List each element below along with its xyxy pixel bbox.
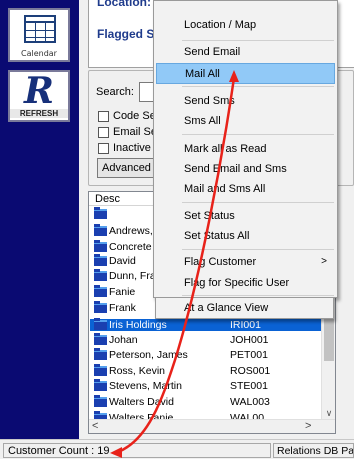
menu-item-flag-specific-user[interactable]: Flag for Specific User (156, 273, 335, 294)
checkbox-label: Inactive (113, 142, 151, 154)
context-menu: Location / Map Send Email Mail All Send … (153, 0, 338, 298)
menu-item-flag-customer[interactable]: Flag Customer > (156, 252, 335, 273)
list-item[interactable]: Peterson, James PET001 (92, 348, 332, 361)
advanced-button[interactable]: Advanced (97, 158, 157, 178)
menu-item-send-email[interactable]: Send Email (156, 42, 335, 63)
customer-code: ROS001 (230, 365, 271, 377)
menu-item-sms-all[interactable]: Sms All (156, 111, 335, 132)
menu-separator (182, 40, 334, 41)
sidebar: Calendar R REFRESH (0, 0, 79, 439)
search-label: Search: (96, 86, 134, 98)
customer-name: Johan (109, 334, 138, 346)
menu-item-mail-sms-all[interactable]: Mail and Sms All (156, 179, 335, 200)
menu-item-mark-all-read[interactable]: Mark all as Read (156, 139, 335, 160)
checkbox-box (98, 110, 109, 122)
list-item[interactable]: Johan JOH001 (92, 333, 332, 346)
customer-code: WAL003 (230, 396, 270, 408)
checkbox-label: Code Se (113, 110, 156, 122)
menu-item-send-email-sms[interactable]: Send Email and Sms (156, 159, 335, 180)
customer-name: Ross, Kevin (109, 365, 166, 377)
customer-count: Customer Count : 19 (3, 443, 271, 458)
menu-item-mail-all[interactable]: Mail All (156, 63, 335, 84)
customer-name: Frank (109, 302, 136, 314)
customer-code: IRI001 (230, 319, 261, 331)
menu-separator (182, 249, 334, 250)
scroll-left-icon[interactable]: < (92, 420, 98, 432)
menu-item-location-map[interactable]: Location / Map (156, 15, 335, 36)
horizontal-scrollbar[interactable]: < > (89, 419, 335, 433)
refresh-label: REFRESH (10, 109, 68, 118)
menu-item-send-sms[interactable]: Send Sms (156, 91, 335, 112)
menu-separator (182, 295, 334, 296)
folder-icon (94, 318, 107, 330)
menu-separator (182, 86, 334, 87)
customer-name: Dunn, Fra (109, 270, 156, 282)
folder-icon (94, 348, 107, 360)
location-label: Location: (97, 0, 151, 9)
refresh-button[interactable]: R REFRESH (8, 70, 70, 122)
inactive-checkbox[interactable]: Inactive (98, 142, 151, 154)
list-item[interactable]: Walters David WAL003 (92, 395, 332, 408)
checkbox-box (98, 142, 109, 154)
scroll-right-icon[interactable]: > (305, 420, 311, 432)
calendar-label: Calendar (21, 49, 57, 58)
customer-code: PET001 (230, 349, 268, 361)
menu-separator (182, 202, 334, 203)
menu-item-label: Flag Customer (184, 256, 257, 268)
chevron-right-icon: > (321, 256, 327, 267)
folder-icon (94, 333, 107, 345)
folder-icon (94, 379, 107, 391)
checkbox-box (98, 126, 109, 138)
customer-name: Peterson, James (109, 349, 188, 361)
customer-name: Concrete (109, 241, 152, 253)
list-item[interactable]: Iris Holdings IRI001 (90, 318, 333, 331)
folder-icon (94, 207, 107, 219)
folder-icon (94, 395, 107, 407)
menu-item-set-status-all[interactable]: Set Status All (156, 226, 335, 247)
column-header-desc[interactable]: Desc (95, 193, 120, 205)
folder-icon (94, 285, 107, 297)
folder-icon (94, 301, 107, 313)
customer-name: Stevens, Martin (109, 380, 182, 392)
customer-name: Fanie (109, 286, 136, 298)
db-path: Relations DB Path (273, 443, 354, 458)
email-search-checkbox[interactable]: Email Se (98, 126, 157, 138)
customer-code: STE001 (230, 380, 268, 392)
refresh-icon: R (24, 70, 54, 112)
customer-code: JOH001 (230, 334, 269, 346)
list-item[interactable]: Ross, Kevin ROS001 (92, 364, 332, 377)
folder-icon (94, 240, 107, 252)
customer-name: Walters David (109, 396, 174, 408)
folder-icon (94, 254, 107, 266)
customer-name: Andrews, (109, 225, 153, 237)
menu-item-at-a-glance[interactable]: At a Glance View (155, 298, 334, 319)
calendar-icon (24, 15, 56, 43)
calendar-button[interactable]: Calendar (8, 8, 70, 62)
menu-separator (182, 134, 334, 135)
flagged-label: Flagged S (97, 27, 155, 41)
customer-name: Iris Holdings (109, 319, 167, 331)
folder-icon (94, 364, 107, 376)
code-search-checkbox[interactable]: Code Se (98, 110, 156, 122)
scroll-arrow-icon[interactable]: ∨ (322, 408, 335, 419)
menu-item-set-status[interactable]: Set Status (156, 206, 335, 227)
folder-icon (94, 269, 107, 281)
checkbox-label: Email Se (113, 126, 158, 138)
status-bar: Customer Count : 19 Relations DB Path (0, 439, 354, 459)
customer-name: David (109, 255, 136, 267)
folder-icon (94, 224, 107, 236)
list-item[interactable]: Stevens, Martin STE001 (92, 379, 332, 392)
